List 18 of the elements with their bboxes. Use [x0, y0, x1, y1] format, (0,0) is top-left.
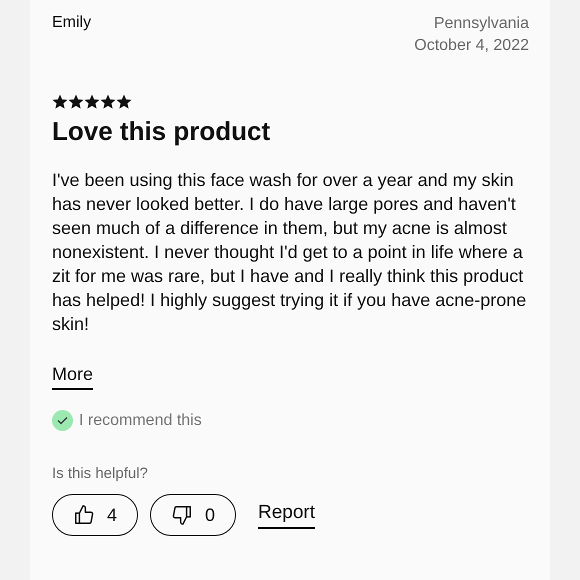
review-date: October 4, 2022 [414, 36, 529, 56]
unhelpful-button[interactable]: 0 [150, 494, 236, 536]
report-link[interactable]: Report [258, 502, 316, 528]
more-link[interactable]: More [52, 364, 94, 390]
star-icon [84, 94, 100, 109]
helpful-button[interactable]: 4 [52, 494, 138, 536]
review-text: I've been using this face wash for over a year and my skin has never looked better. I do have large pores and haven't seen much of a difference in them, but my acne is almost nonexistent. I never thought I'd get to a point in life where a zit for me was rare, but I have and I really think this product has helped! I highly suggest trying it if you have acne-prone skin! [52, 169, 528, 336]
star-icon [68, 94, 84, 109]
thumbs-down-icon [170, 504, 193, 526]
thumbs-up-icon [72, 504, 95, 526]
helpful-prompt: Is this helpful? [52, 465, 149, 482]
star-icon [116, 94, 132, 109]
reviewer-location: Pennsylvania [432, 14, 529, 34]
star-icon [100, 94, 116, 109]
recommend-label: I recommend this [79, 412, 202, 430]
review-title: Love this product [52, 116, 272, 147]
star-icon [52, 94, 68, 109]
reviewer-name: Emily [52, 14, 92, 32]
